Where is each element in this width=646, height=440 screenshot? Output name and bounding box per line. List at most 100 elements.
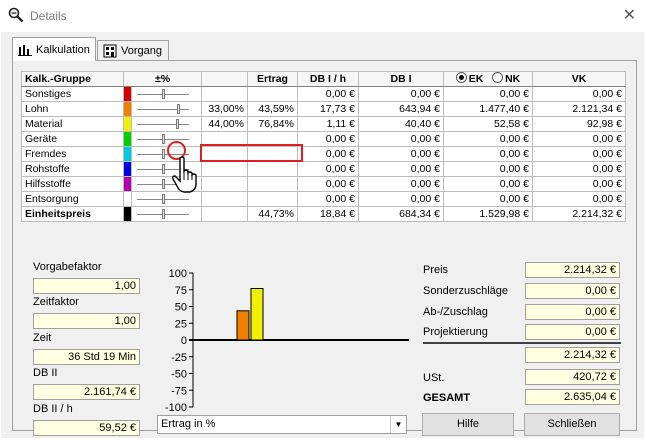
radio-ek[interactable] — [455, 72, 467, 83]
row-db: 0,00 € — [358, 86, 444, 102]
slider-thumb[interactable] — [177, 103, 181, 114]
row-group-name: Hilfsstoffe — [21, 176, 124, 192]
zeitfaktor-field[interactable]: 1,00 — [33, 313, 140, 329]
row-slider-cell — [131, 206, 202, 222]
gesamt-label: GESAMT — [423, 392, 471, 404]
header-group: Kalk.-Gruppe — [21, 71, 124, 87]
slider-thumb[interactable] — [176, 118, 180, 129]
subtotal-field[interactable]: 2.214,32 € — [525, 347, 620, 363]
projektierung-field[interactable]: 0,00 € — [525, 324, 620, 340]
row-slider-cell — [131, 101, 202, 117]
sonderzuschlaege-field[interactable]: 0,00 € — [525, 283, 620, 299]
close-icon[interactable]: ✕ — [623, 5, 636, 25]
row-adjust-slider[interactable] — [135, 118, 191, 130]
row-color-swatch — [123, 101, 132, 117]
table-row: Material 44,00% 76,84% 1,11 €40,40 €52,58 €… — [21, 116, 626, 132]
slider-thumb[interactable] — [161, 133, 165, 144]
sum-separator — [423, 342, 621, 344]
row-vk: 2.214,32 € — [532, 206, 626, 222]
ust-field[interactable]: 420,72 € — [525, 369, 620, 385]
slider-thumb[interactable] — [161, 148, 165, 159]
slider-thumb[interactable] — [161, 208, 165, 219]
ab-zuschlag-label: Ab-/Zuschlag — [423, 306, 488, 318]
row-db: 40,40 € — [358, 116, 444, 132]
row-vk: 0,00 € — [532, 146, 626, 162]
row-vk: 0,00 € — [532, 131, 626, 147]
calculation-table: Kalk.-Gruppe ±% Ertrag DB I / h DB I EK … — [21, 71, 626, 222]
row-vk: 92,98 € — [532, 116, 626, 132]
row-ek-nk: 0,00 € — [443, 146, 533, 162]
row-ek-nk: 0,00 € — [443, 86, 533, 102]
row-adjust-slider[interactable] — [135, 103, 191, 115]
chart-y-tick-label: 25 — [175, 318, 187, 330]
table-row: Sonstiges 0,00 €0,00 €0,00 €0,00 € — [21, 86, 626, 102]
row-pct — [201, 176, 248, 192]
row-db: 0,00 € — [358, 176, 444, 192]
projektierung-label: Projektierung — [423, 326, 488, 338]
header-pct-value — [201, 71, 248, 87]
header-ertrag: Ertrag — [247, 71, 298, 87]
chart-mode-select[interactable]: Ertrag in % ▼ — [157, 415, 407, 434]
hand-cursor-icon — [172, 156, 197, 193]
gesamt-field[interactable]: 2.635,04 € — [525, 389, 620, 405]
zeit-field[interactable]: 36 Std 19 Min — [33, 349, 140, 365]
slider-track — [137, 123, 189, 126]
row-ertrag — [247, 191, 298, 207]
db2-per-hour-field[interactable]: 59,52 € — [33, 420, 140, 436]
hilfe-button[interactable]: Hilfe — [422, 413, 514, 436]
ust-label: USt. — [423, 372, 445, 384]
vorgabefaktor-field[interactable]: 1,00 — [33, 278, 140, 294]
radio-nk[interactable] — [492, 72, 504, 83]
tab-vorgang[interactable]: Vorgang — [97, 40, 169, 61]
chart-y-tick-label: -25 — [171, 352, 187, 364]
row-db-per-hour: 18,84 € — [297, 206, 359, 222]
ab-zuschlag-field[interactable]: 0,00 € — [525, 304, 620, 320]
radio-ek-label: EK — [468, 73, 484, 85]
row-vk: 0,00 € — [532, 176, 626, 192]
row-pct: 44,00% — [201, 116, 248, 132]
table-header: Kalk.-Gruppe ±% Ertrag DB I / h DB I EK … — [21, 71, 626, 87]
row-adjust-slider[interactable] — [135, 193, 191, 205]
row-db: 643,94 € — [358, 101, 444, 117]
row-color-swatch — [123, 146, 132, 162]
slider-thumb[interactable] — [161, 163, 165, 174]
vorgabefaktor-label: Vorgabefaktor — [33, 261, 102, 273]
kalkulation-panel: Kalk.-Gruppe ±% Ertrag DB I / h DB I EK … — [12, 60, 637, 436]
row-vk: 0,00 € — [532, 191, 626, 207]
row-pct — [201, 191, 248, 207]
row-group-name: Material — [21, 116, 124, 132]
header-db-per-hour: DB I / h — [297, 71, 359, 87]
row-db-per-hour: 0,00 € — [297, 146, 359, 162]
chart-y-tick-label: -50 — [171, 369, 187, 381]
row-color-swatch — [123, 206, 132, 222]
chart-y-tick-label: -75 — [171, 385, 187, 397]
row-db: 0,00 € — [358, 161, 444, 177]
row-adjust-slider[interactable] — [135, 88, 191, 100]
table-row: Fremdes 0,00 €0,00 €0,00 €0,00 € — [21, 146, 626, 162]
row-slider-cell — [131, 116, 202, 132]
table-row: Hilfsstoffe 0,00 €0,00 €0,00 €0,00 € — [21, 176, 626, 192]
preis-field[interactable]: 2.214,32 € — [525, 262, 620, 278]
tab-kalkulation[interactable]: Kalkulation — [12, 37, 96, 61]
schliessen-button[interactable]: Schließen — [524, 413, 620, 436]
row-ek-nk: 52,58 € — [443, 116, 533, 132]
row-color-swatch — [123, 131, 132, 147]
row-adjust-slider[interactable] — [135, 208, 191, 220]
row-ek-nk: 0,00 € — [443, 176, 533, 192]
row-ertrag: 43,59% — [247, 101, 298, 117]
zeitfaktor-label: Zeitfaktor — [33, 296, 79, 308]
table-row: Lohn 33,00% 43,59% 17,73 €643,94 €1.477,40 … — [21, 101, 626, 117]
material-values-highlight — [200, 144, 303, 162]
slider-thumb[interactable] — [161, 193, 165, 204]
db2-field[interactable]: 2.161,74 € — [33, 384, 140, 400]
chevron-down-icon[interactable]: ▼ — [390, 416, 406, 433]
tab-label: Kalkulation — [36, 43, 90, 56]
row-group-name: Geräte — [21, 131, 124, 147]
db2-per-hour-label: DB II / h — [33, 403, 73, 415]
row-pct: 33,00% — [201, 101, 248, 117]
slider-thumb[interactable] — [161, 88, 165, 99]
bar-chart-icon — [18, 44, 32, 56]
slider-thumb[interactable] — [161, 178, 165, 189]
row-ek-nk: 1.529,98 € — [443, 206, 533, 222]
row-ek-nk: 0,00 € — [443, 131, 533, 147]
